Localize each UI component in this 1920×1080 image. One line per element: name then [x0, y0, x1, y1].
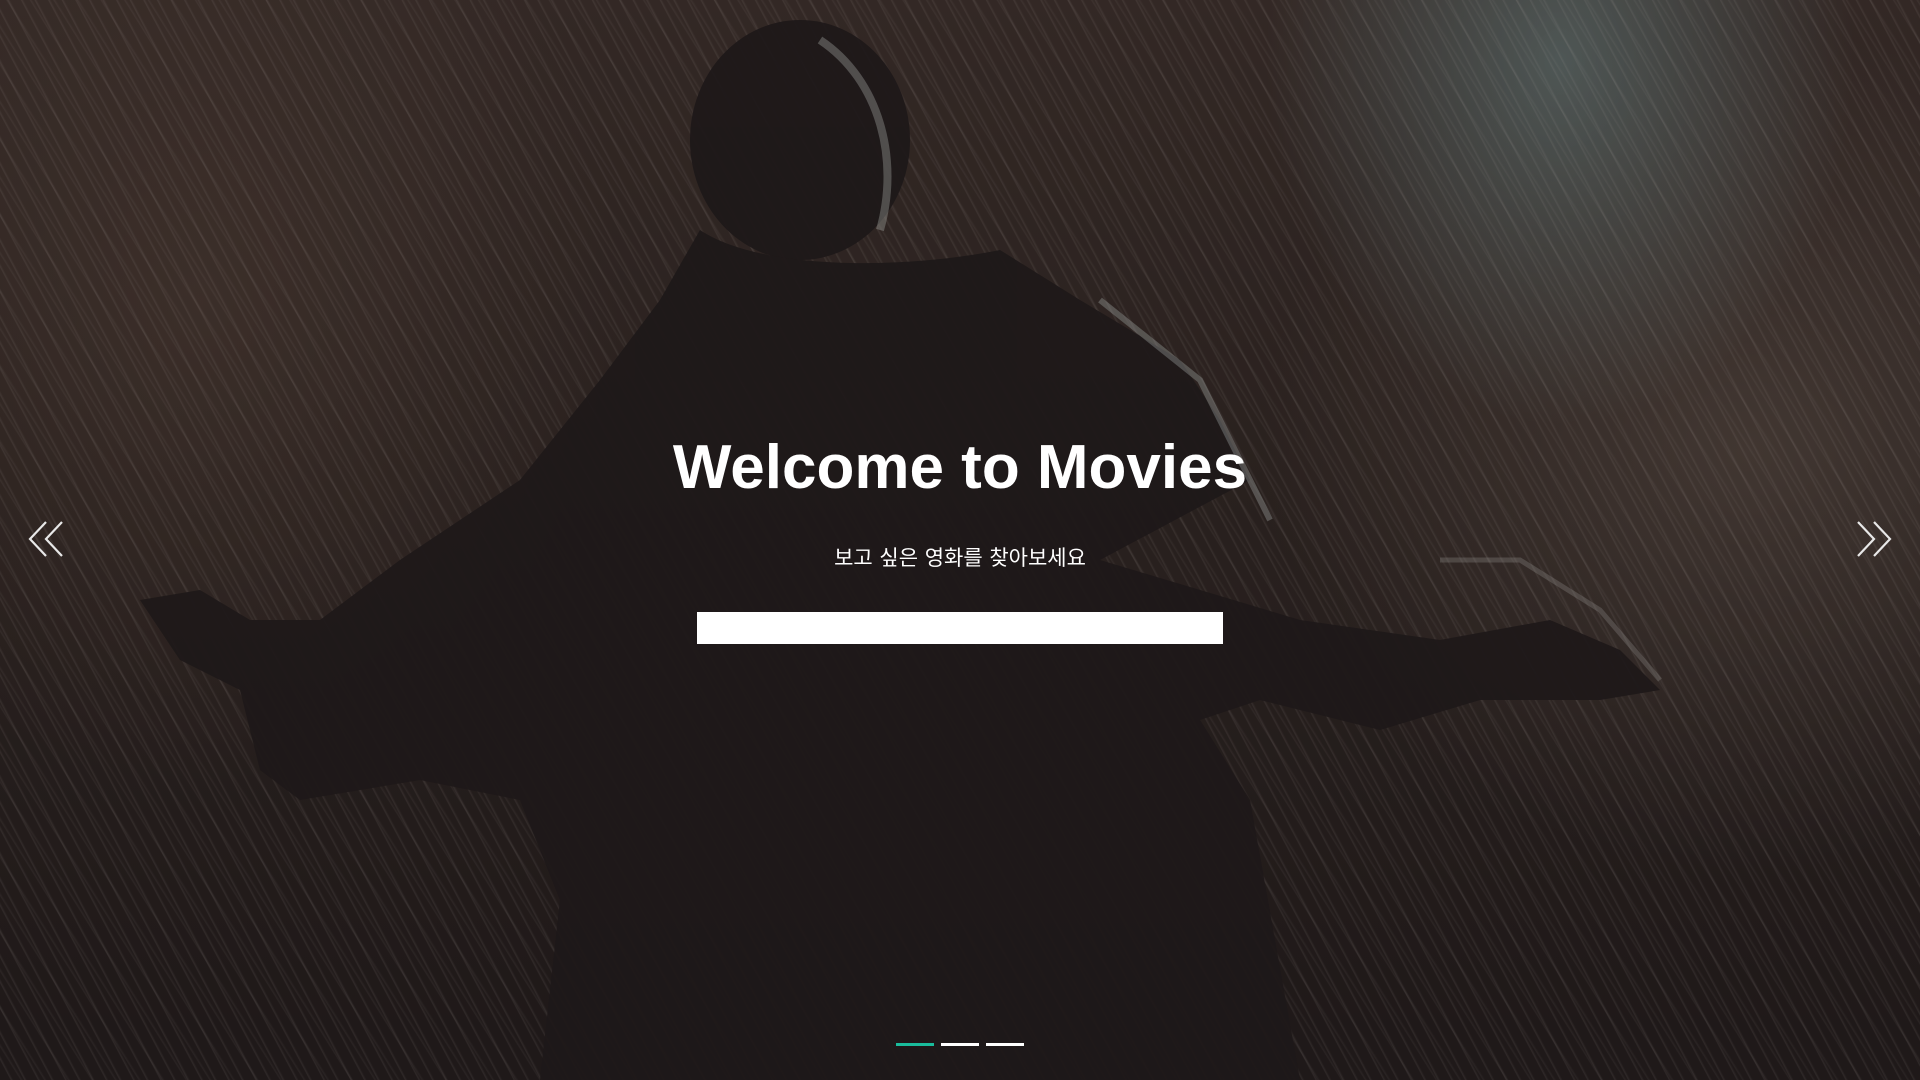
carousel-indicators: [0, 1043, 1920, 1046]
carousel-indicator[interactable]: [941, 1043, 979, 1046]
hero-subtitle: 보고 싶은 영화를 찾아보세요: [834, 546, 1086, 570]
carousel-prev-button[interactable]: [24, 514, 74, 564]
carousel-next-button[interactable]: [1846, 514, 1896, 564]
double-chevron-right-icon: [1857, 521, 1892, 557]
hero-content: Welcome to Movies 보고 싶은 영화를 찾아보세요: [0, 0, 1920, 1080]
carousel-indicator[interactable]: [986, 1043, 1024, 1046]
carousel-indicator[interactable]: [896, 1043, 934, 1046]
double-chevron-left-icon: [28, 521, 63, 557]
hero-carousel: Welcome to Movies 보고 싶은 영화를 찾아보세요: [0, 0, 1920, 1080]
search-input[interactable]: [697, 612, 1223, 644]
hero-title: Welcome to Movies: [672, 433, 1248, 502]
